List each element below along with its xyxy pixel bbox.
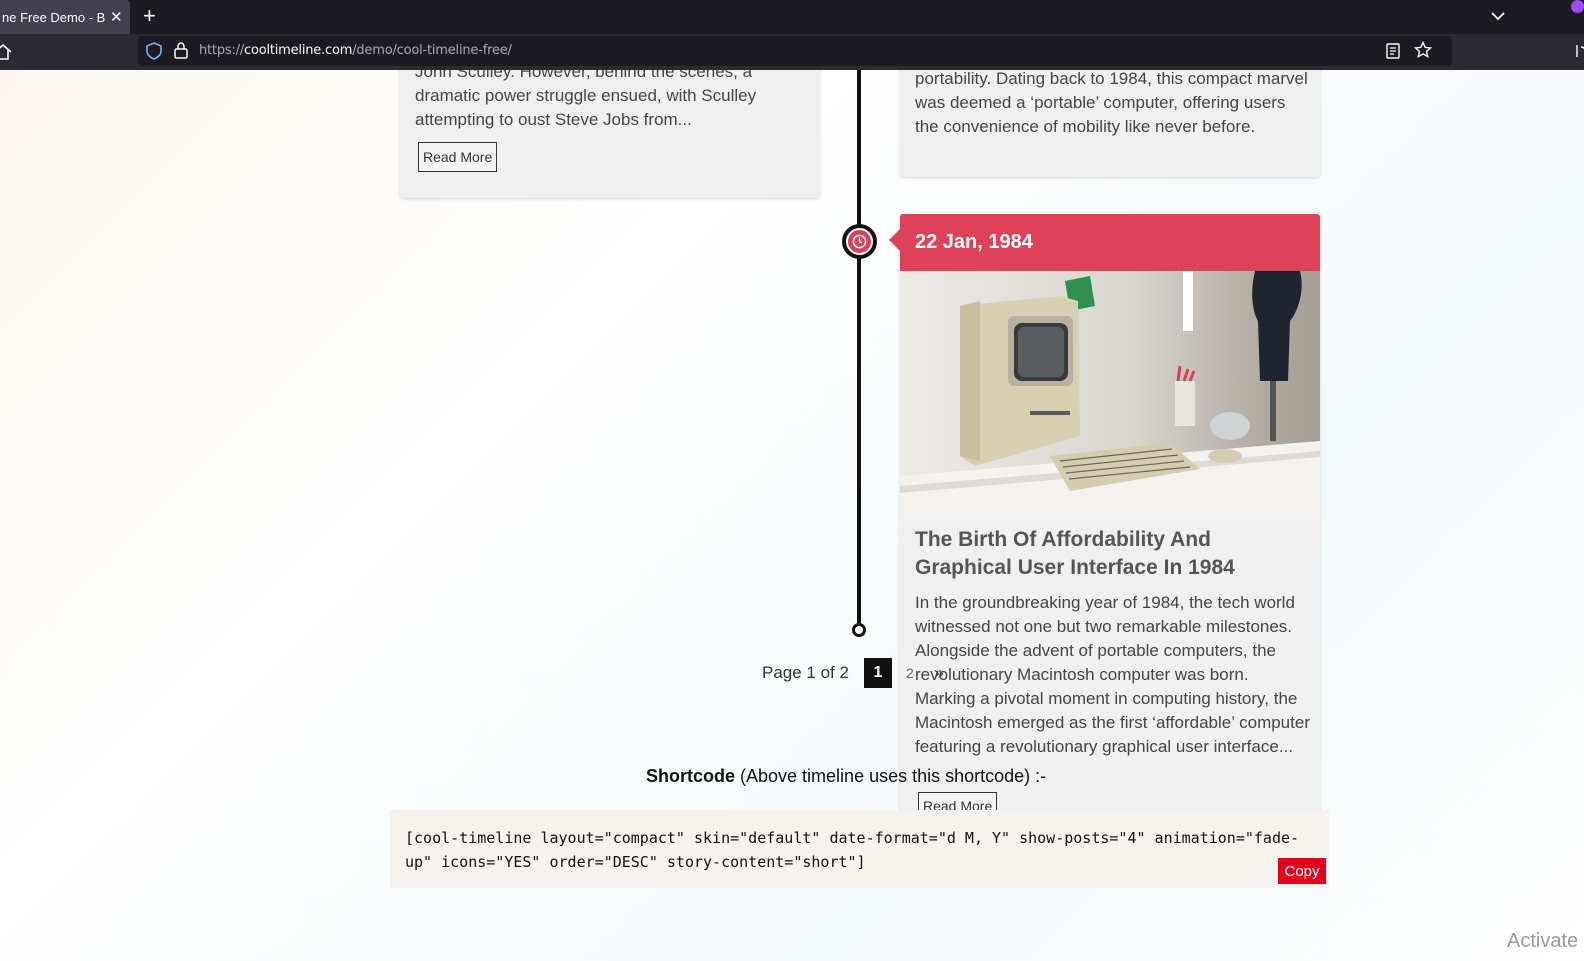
tab-title: ne Free Demo - Best [2,9,106,25]
story-excerpt: In the groundbreaking year of 1984, the … [915,593,1310,756]
home-icon[interactable] [0,44,12,60]
tab-bar: ne Free Demo - Best ✕ + [0,0,1584,34]
card-pointer-arrow [889,228,901,252]
shortcode-code[interactable]: [cool-timeline layout="compact" skin="de… [405,826,1315,874]
shortcode-box: [cool-timeline layout="compact" skin="de… [390,810,1329,888]
chevron-down-icon[interactable] [1490,8,1506,24]
url-text[interactable]: https://cooltimeline.com/demo/cool-timel… [199,43,512,58]
tracking-shield-icon[interactable] [146,42,162,60]
story-excerpt: portability. Dating back to 1984, this c… [915,70,1308,136]
read-more-button[interactable]: Read More [418,142,498,172]
timeline-story-card: John Sculley. However, behind the scenes… [400,70,820,198]
page-1-button[interactable]: 1 [863,658,892,688]
toolbar-overflow-icon[interactable] [1575,43,1584,59]
story-date: 22 Jan, 1984 [900,214,1320,271]
page-2-link[interactable]: 2 [906,665,914,681]
story-excerpt: John Sculley. However, behind the scenes… [415,70,757,129]
browser-tab[interactable]: ne Free Demo - Best ✕ [0,0,130,34]
timeline-story-card-main: 22 Jan, 1984 The Birth Of Affordability … [900,214,1320,834]
new-tab-button[interactable]: + [143,0,156,34]
story-title[interactable]: The Birth Of Affordability And Graphical… [915,526,1310,582]
page-content: John Sculley. However, behind the scenes… [0,70,1584,961]
page-info: Page 1 of 2 [762,663,849,682]
shortcode-heading-bold: Shortcode [646,766,736,786]
url-host: cooltimeline.com [244,43,353,58]
timeline-end-dot [852,623,866,637]
reader-view-icon[interactable] [1386,43,1400,59]
activate-windows-watermark: Activate [1507,930,1579,952]
url-path: /demo/cool-timeline-free/ [352,43,512,58]
lock-icon[interactable] [174,42,188,59]
navigation-bar: https://cooltimeline.com/demo/cool-timel… [0,34,1584,70]
url-scheme: https:// [199,43,244,58]
timeline-line [857,70,861,630]
tab-close-icon[interactable]: ✕ [110,8,123,26]
timeline-marker [842,224,877,259]
shortcode-heading: Shortcode (Above timeline uses this shor… [646,766,1046,787]
url-bar[interactable]: https://cooltimeline.com/demo/cool-timel… [138,36,1452,66]
clock-icon [852,234,867,249]
bookmark-star-icon[interactable] [1414,41,1432,59]
macintosh-photo [900,271,1320,521]
next-page-icon[interactable]: » [934,663,944,684]
shortcode-heading-text: (Above timeline uses this shortcode) :- [735,766,1047,786]
pagination: Page 1 of 2 1 2 » [762,658,944,688]
extension-icon[interactable] [1571,0,1584,13]
copy-button[interactable]: Copy [1278,858,1326,884]
timeline-story-card: portability. Dating back to 1984, this c… [900,70,1320,177]
